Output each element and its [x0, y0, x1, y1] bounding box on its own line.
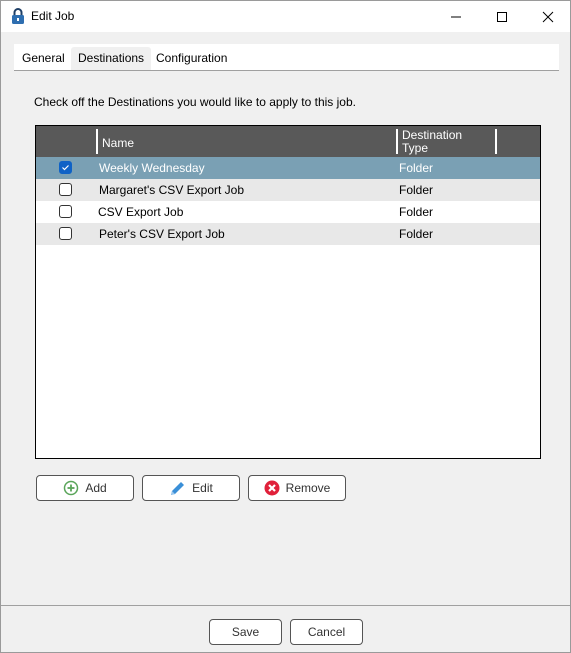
window-title: Edit Job: [31, 9, 75, 23]
row-type: Folder: [399, 183, 434, 197]
column-separator[interactable]: [396, 129, 398, 154]
row-checkbox[interactable]: [59, 161, 72, 174]
tab-general[interactable]: General: [15, 47, 72, 70]
maximize-icon: [497, 11, 507, 22]
column-separator[interactable]: [495, 129, 497, 154]
table-row[interactable]: Margaret's CSV Export Job Folder: [36, 179, 540, 201]
tab-bar: General Destinations Configuration: [14, 44, 559, 71]
row-type: Folder: [399, 161, 434, 175]
column-separator[interactable]: [96, 129, 98, 154]
minimize-icon: [451, 16, 461, 17]
row-name: Weekly Wednesday: [99, 161, 205, 175]
remove-button[interactable]: Remove: [248, 475, 346, 501]
title-bar: Edit Job: [1, 1, 570, 32]
destinations-grid: Name Destination Type Weekly Wednesday F…: [35, 125, 541, 459]
maximize-button[interactable]: [479, 1, 525, 32]
tab-destinations[interactable]: Destinations: [71, 47, 152, 70]
row-checkbox[interactable]: [59, 183, 72, 196]
checkmark-icon: [62, 165, 69, 171]
close-button[interactable]: [525, 1, 571, 32]
column-header-type-line2: Type: [402, 141, 429, 155]
plus-circle-icon: [64, 480, 79, 496]
row-type: Folder: [399, 227, 434, 241]
add-button[interactable]: Add: [36, 475, 134, 501]
grid-header: Name Destination Type: [36, 126, 540, 157]
row-checkbox[interactable]: [59, 227, 72, 240]
row-name: Peter's CSV Export Job: [99, 227, 225, 241]
row-name: Margaret's CSV Export Job: [99, 183, 245, 197]
remove-button-label: Remove: [285, 481, 331, 495]
edit-button[interactable]: Edit: [142, 475, 240, 501]
table-row[interactable]: Peter's CSV Export Job Folder: [36, 223, 540, 245]
minimize-button[interactable]: [433, 1, 479, 32]
edit-job-dialog: Edit Job General Destinations Configurat…: [0, 0, 571, 653]
cancel-button[interactable]: Cancel: [290, 619, 363, 645]
table-row[interactable]: CSV Export Job Folder: [36, 201, 540, 223]
save-button[interactable]: Save: [209, 619, 282, 645]
footer-divider: [1, 605, 570, 606]
instructions-label: Check off the Destinations you would lik…: [34, 95, 356, 109]
pencil-icon: [171, 481, 185, 495]
column-header-destination-type[interactable]: Destination Type: [402, 129, 462, 160]
add-button-label: Add: [85, 481, 107, 495]
tab-configuration[interactable]: Configuration: [149, 47, 234, 70]
close-icon: [542, 11, 554, 22]
row-checkbox[interactable]: [59, 205, 72, 218]
remove-circle-icon: [264, 480, 280, 496]
row-name: CSV Export Job: [98, 205, 184, 219]
table-row[interactable]: Weekly Wednesday Folder: [36, 157, 540, 179]
row-type: Folder: [399, 205, 434, 219]
edit-button-label: Edit: [192, 481, 213, 495]
padlock-icon: [11, 8, 25, 25]
